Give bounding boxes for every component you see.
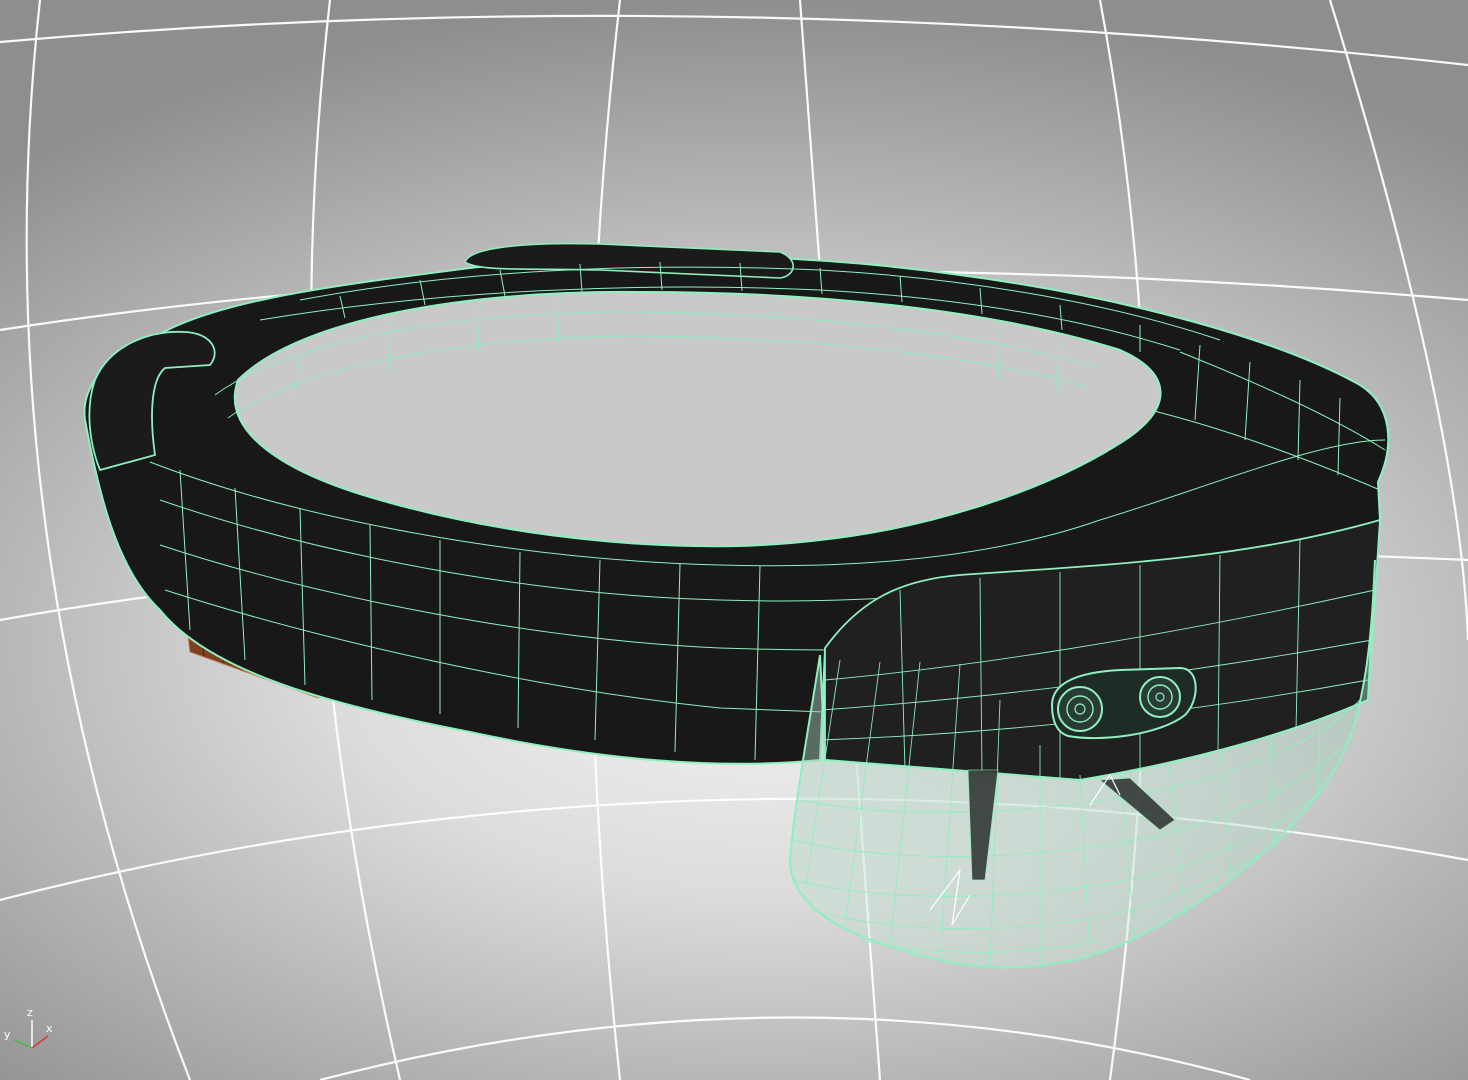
gizmo-z-label: z — [27, 1006, 33, 1019]
gizmo-x-label: x — [46, 1022, 53, 1035]
left-camera-lens-icon — [1057, 686, 1103, 732]
gizmo-y-label: y — [4, 1028, 11, 1041]
gizmo-x-axis — [31, 1035, 49, 1049]
right-camera-lens-icon — [1139, 676, 1181, 718]
headset-model[interactable] — [83, 242, 1390, 969]
viewport-canvas[interactable]: z y x — [0, 0, 1468, 1080]
3d-viewport[interactable]: z y x — [0, 0, 1468, 1080]
view-axis-gizmo-icon[interactable]: z y x — [4, 1006, 53, 1049]
gizmo-y-axis — [13, 1039, 33, 1049]
